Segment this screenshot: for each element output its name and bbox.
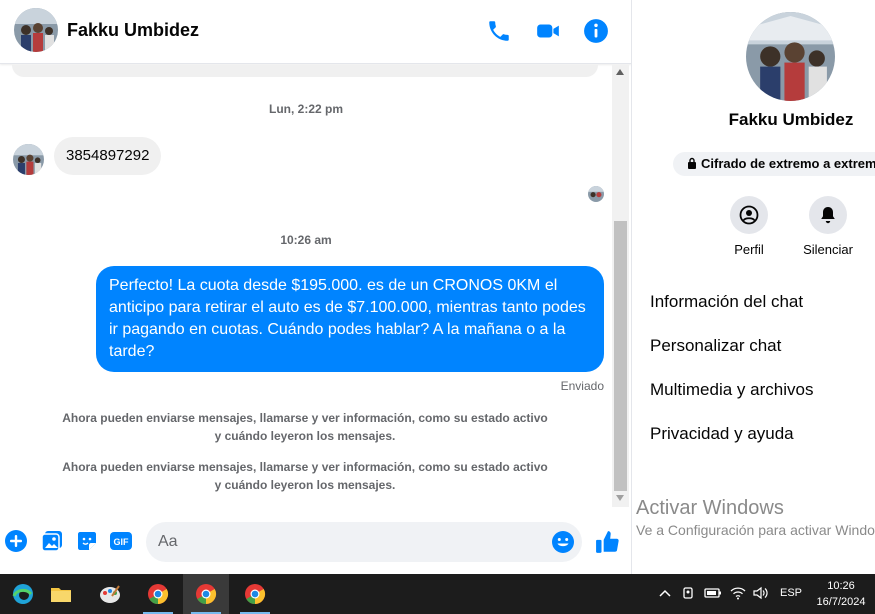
profile-action[interactable]: Perfil xyxy=(709,196,789,257)
battery-icon[interactable] xyxy=(704,586,722,605)
menu-customize-chat[interactable]: Personalizar chat xyxy=(650,336,781,356)
clock-date: 16/7/2024 xyxy=(816,596,866,608)
sender-avatar xyxy=(13,144,44,175)
video-call-icon[interactable] xyxy=(535,18,561,44)
thumbs-up-icon[interactable] xyxy=(595,529,621,555)
scrollbar-thumb[interactable] xyxy=(614,221,627,491)
message-list: Lun, 2:22 pm 3854897292 10:26 am Perfect… xyxy=(0,65,612,507)
gif-icon[interactable]: GIF xyxy=(109,529,133,553)
mute-action-label: Silenciar xyxy=(803,242,853,257)
paint-palette-icon xyxy=(100,585,120,603)
message-scrollbar[interactable] xyxy=(612,65,629,507)
wifi-icon[interactable] xyxy=(730,586,746,605)
clock-time: 10:26 xyxy=(827,580,855,592)
sticker-icon[interactable] xyxy=(75,529,99,553)
taskbar-file-explorer[interactable] xyxy=(38,574,84,614)
encryption-badge-label: Cifrado de extremo a extremo xyxy=(701,156,875,171)
taskbar-paint[interactable] xyxy=(87,574,133,614)
volume-icon[interactable] xyxy=(753,586,769,605)
bell-icon[interactable] xyxy=(809,196,847,234)
scroll-up-arrow-icon[interactable] xyxy=(616,69,624,75)
info-icon[interactable] xyxy=(583,18,609,44)
chat-header: Fakku Umbidez xyxy=(0,0,631,64)
input-language-indicator[interactable]: ESP xyxy=(780,587,802,599)
privacy-notice: Ahora pueden enviarse mensajes, llamarse… xyxy=(62,411,548,443)
encryption-badge[interactable]: Cifrado de extremo a extremo xyxy=(673,152,875,176)
menu-chat-info[interactable]: Información del chat xyxy=(650,292,803,312)
camera-tray-icon[interactable] xyxy=(681,586,695,605)
phone-call-icon[interactable] xyxy=(486,18,512,44)
add-more-icon[interactable] xyxy=(4,529,28,553)
menu-privacy-help[interactable]: Privacidad y ayuda xyxy=(650,424,794,444)
contact-name[interactable]: Fakku Umbidez xyxy=(67,20,199,41)
activate-windows-subtitle: Ve a Configuración para activar Windows. xyxy=(636,522,875,538)
message-timestamp: 10:26 am xyxy=(280,233,332,247)
message-timestamp: Lun, 2:22 pm xyxy=(268,102,343,116)
taskbar-chrome-2[interactable] xyxy=(183,574,229,614)
previous-message-bubble xyxy=(12,65,598,77)
seen-indicator-avatar xyxy=(588,186,604,202)
chrome-icon xyxy=(245,584,266,605)
taskbar-chrome-3[interactable] xyxy=(232,574,278,614)
windows-taskbar: ESP 10:26 16/7/2024 xyxy=(0,574,875,614)
svg-text:GIF: GIF xyxy=(114,537,130,547)
sent-status: Enviado xyxy=(560,379,604,393)
system-clock[interactable]: 10:26 16/7/2024 xyxy=(814,578,868,610)
incoming-message-bubble[interactable]: 3854897292 xyxy=(54,137,162,175)
lock-icon xyxy=(687,153,697,177)
chat-info-panel: Fakku Umbidez Cifrado de extremo a extre… xyxy=(632,0,875,574)
emoji-icon[interactable] xyxy=(551,530,575,554)
taskbar-chrome-1[interactable] xyxy=(135,574,181,614)
profile-name: Fakku Umbidez xyxy=(728,110,854,129)
chrome-icon xyxy=(196,584,217,605)
contact-avatar[interactable] xyxy=(14,8,58,52)
chrome-icon xyxy=(148,584,169,605)
message-composer: GIF xyxy=(0,512,631,572)
edge-icon xyxy=(12,584,33,604)
mute-action[interactable]: Silenciar xyxy=(788,196,868,257)
privacy-notice: Ahora pueden enviarse mensajes, llamarse… xyxy=(62,460,548,492)
folder-icon xyxy=(51,588,71,602)
contact-profile-avatar[interactable] xyxy=(746,12,835,101)
message-input[interactable] xyxy=(146,522,582,562)
outgoing-message-bubble[interactable]: Perfecto! La cuota desde $195.000. es de… xyxy=(96,266,604,372)
app-window: Fakku Umbidez Lun, 2:22 pm 3854897292 10… xyxy=(0,0,875,614)
menu-media-files[interactable]: Multimedia y archivos xyxy=(650,380,813,400)
activate-windows-title: Activar Windows xyxy=(636,497,784,519)
chat-panel: Fakku Umbidez Lun, 2:22 pm 3854897292 10… xyxy=(0,0,631,574)
scroll-down-arrow-icon[interactable] xyxy=(616,495,624,501)
photo-attach-icon[interactable] xyxy=(40,529,64,553)
show-hidden-icons-chevron-up-icon[interactable] xyxy=(658,586,672,605)
profile-action-label: Perfil xyxy=(734,242,764,257)
profile-icon[interactable] xyxy=(730,196,768,234)
